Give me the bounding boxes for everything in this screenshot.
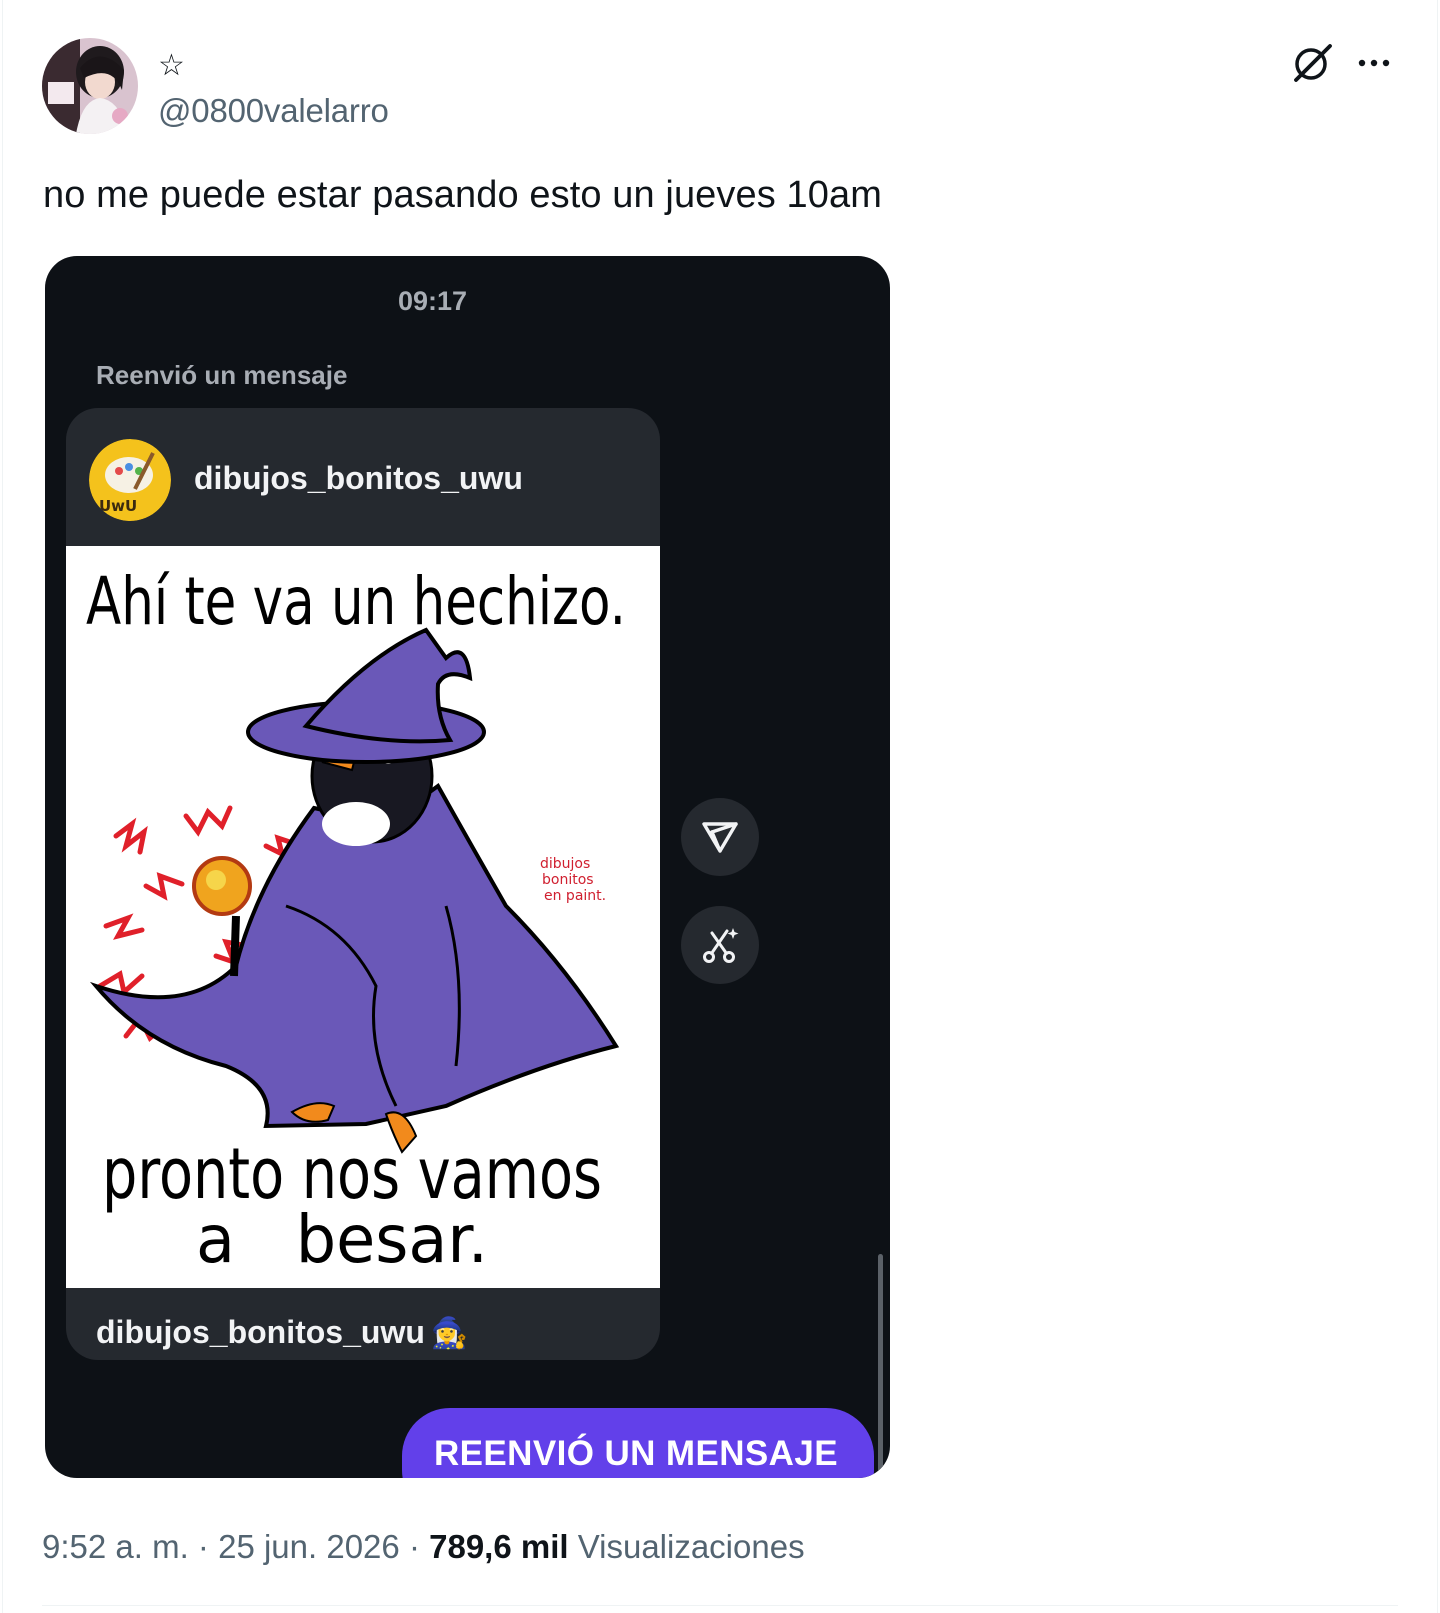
share-icon xyxy=(702,822,738,853)
watermark: dibujos bonitos en paint. xyxy=(540,856,606,904)
divider-left xyxy=(2,0,3,1613)
post-author-username[interactable]: dibujos_bonitos_uwu xyxy=(194,460,523,497)
views-label: Visualizaciones xyxy=(577,1528,805,1565)
tweet-text: no me puede estar pasando esto un jueves… xyxy=(43,174,882,216)
message-time: 09:17 xyxy=(397,286,468,316)
share-button[interactable] xyxy=(681,798,759,876)
divider-right xyxy=(1437,0,1438,1613)
remix-icon xyxy=(703,928,739,963)
caption-username[interactable]: dibujos_bonitos_uwu xyxy=(96,1314,425,1350)
wizard-emoji: 🧙‍♀️ xyxy=(430,1317,469,1350)
avatar-uwu-text: UwU xyxy=(99,497,137,515)
sent-message-text: REENVIÓ UN MENSAJE xyxy=(434,1434,838,1473)
views-count: 789,6 mil xyxy=(429,1528,569,1565)
more-options-icon[interactable] xyxy=(1354,46,1398,80)
image-bottom-text-line2: a besar. xyxy=(196,1201,488,1278)
post-author-avatar[interactable]: UwU xyxy=(89,439,171,521)
tweet: ☆ @0800valelarro no me puede estar pasan… xyxy=(0,0,1440,1613)
sent-message-bubble[interactable]: REENVIÓ UN MENSAJE xyxy=(402,1408,874,1478)
image-top-text: Ahí te va un hechizo. xyxy=(86,563,626,640)
tweet-media[interactable]: 09:17 Reenvió un mensaje UwU dibujos_bon… xyxy=(45,256,890,1478)
post-image[interactable]: Ahí te va un hechizo. dibujos bonitos en… xyxy=(66,546,660,1288)
scrollbar[interactable] xyxy=(878,1254,883,1478)
handle[interactable]: @0800valelarro xyxy=(158,92,389,130)
tweet-time-link[interactable]: 9:52 a. m. · 25 jun. 2026 xyxy=(42,1528,400,1565)
avatar[interactable] xyxy=(42,38,138,134)
remix-button[interactable] xyxy=(681,906,759,984)
divider xyxy=(42,1605,1398,1606)
display-name[interactable]: ☆ xyxy=(158,48,185,83)
svg-text:en paint.: en paint. xyxy=(544,888,606,904)
tweet-meta: 9:52 a. m. · 25 jun. 2026 · 789,6 mil Vi… xyxy=(42,1528,805,1566)
post-caption: dibujos_bonitos_uwu 🧙‍♀️ xyxy=(96,1314,468,1351)
svg-text:dibujos: dibujos xyxy=(540,856,590,872)
forward-label: Reenvió un mensaje xyxy=(96,360,348,390)
meta-separator: · xyxy=(408,1528,420,1565)
forwarded-post-card[interactable]: UwU dibujos_bonitos_uwu Ahí te va un hec… xyxy=(66,408,660,1360)
svg-text:bonitos: bonitos xyxy=(542,872,594,888)
grok-icon[interactable] xyxy=(1290,40,1336,86)
